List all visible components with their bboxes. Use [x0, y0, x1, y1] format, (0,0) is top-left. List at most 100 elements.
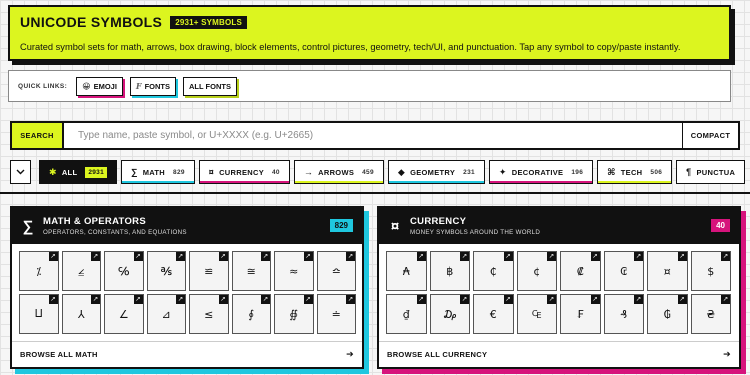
collapse-button[interactable] — [10, 160, 31, 184]
symbol-tile[interactable]: ₣ ↗ — [560, 294, 601, 334]
symbol-glyph: ¢ — [533, 264, 541, 278]
browse-all-math-link[interactable]: BROWSE ALL MATH ➔ — [12, 341, 362, 367]
open-arrow-icon[interactable]: ↗ — [303, 295, 313, 304]
open-arrow-icon[interactable]: ↗ — [590, 252, 600, 261]
symbol-tile[interactable]: ₠ ↗ — [516, 294, 557, 334]
symbol-tile[interactable]: ≌ ↗ — [189, 251, 229, 291]
tab-math[interactable]: ∑ MATH 829 — [121, 160, 195, 184]
symbol-glyph: ฿ — [446, 264, 454, 278]
symbol-count-badge: 2931+ SYMBOLS — [170, 15, 248, 29]
symbol-tile[interactable]: ≈ ↗ — [274, 251, 314, 291]
open-arrow-icon[interactable]: ↗ — [590, 295, 600, 304]
symbol-tile[interactable]: ⦤ ↗ — [61, 251, 101, 291]
symbol-tile[interactable]: ≐ ↗ — [316, 294, 356, 334]
open-arrow-icon[interactable]: ↗ — [48, 295, 58, 304]
open-arrow-icon[interactable]: ↗ — [346, 252, 355, 261]
symbol-tile[interactable]: ∠ ↗ — [104, 294, 144, 334]
open-arrow-icon[interactable]: ↗ — [48, 252, 58, 261]
tab-tech[interactable]: ⌘ TECH 506 — [597, 160, 673, 184]
symbol-glyph: ₰ — [620, 307, 628, 321]
open-arrow-icon[interactable]: ↗ — [460, 295, 469, 304]
tab-geometry[interactable]: ◆ GEOMETRY 231 — [387, 160, 485, 184]
symbol-tile[interactable]: ≤ ↗ — [189, 294, 229, 334]
quick-link-label: FONTS — [144, 81, 171, 91]
symbol-tile[interactable]: $ ↗ — [690, 251, 731, 291]
symbol-tile[interactable]: ⁒ ↗ — [19, 251, 59, 291]
tab-arrows[interactable]: → ARROWS 459 — [293, 160, 384, 184]
symbol-tile[interactable]: € ↗ — [473, 294, 514, 334]
open-arrow-icon[interactable]: ↗ — [416, 295, 426, 304]
symbol-glyph: ₫ — [402, 307, 410, 321]
open-arrow-icon[interactable]: ↗ — [721, 295, 730, 304]
tab-all[interactable]: ✱ ALL 2931 — [39, 160, 117, 184]
open-arrow-icon[interactable]: ↗ — [503, 252, 513, 261]
open-arrow-icon[interactable]: ↗ — [416, 252, 426, 261]
open-arrow-icon[interactable]: ↗ — [176, 252, 185, 261]
symbol-tile[interactable]: ¤ ↗ — [647, 251, 688, 291]
symbol-tile[interactable]: ₰ ↗ — [603, 294, 644, 334]
quick-link-all-fonts[interactable]: ALL FONTS — [183, 76, 237, 96]
open-arrow-icon[interactable]: ↗ — [303, 252, 313, 261]
open-arrow-icon[interactable]: ↗ — [721, 252, 730, 261]
symbol-tile[interactable]: ₲ ↗ — [647, 294, 688, 334]
open-arrow-icon[interactable]: ↗ — [346, 295, 355, 304]
symbol-glyph: ⊿ — [161, 307, 171, 321]
open-arrow-icon[interactable]: ↗ — [677, 295, 687, 304]
symbol-tile[interactable]: ¢ ↗ — [516, 251, 557, 291]
section-divider — [0, 192, 750, 194]
symbol-tile[interactable]: ∮ ↗ — [231, 294, 271, 334]
symbol-tile[interactable]: ≅ ↗ — [231, 251, 271, 291]
symbol-glyph: ¤ — [663, 264, 671, 278]
symbol-tile[interactable]: ₵ ↗ — [473, 251, 514, 291]
open-arrow-icon[interactable]: ↗ — [91, 252, 100, 261]
tab-label: TECH — [620, 167, 643, 177]
tab-label: GEOMETRY — [410, 167, 456, 177]
browse-label: BROWSE ALL CURRENCY — [387, 350, 488, 359]
open-arrow-icon[interactable]: ↗ — [133, 252, 143, 261]
symbol-glyph: ₵ — [489, 264, 497, 278]
symbol-tile[interactable]: ≏ ↗ — [316, 251, 356, 291]
tab-decorative[interactable]: ✦ DECORATIVE 196 — [488, 160, 594, 184]
symbol-glyph: ₠ — [531, 307, 542, 321]
compact-toggle-button[interactable]: COMPACT — [682, 123, 738, 148]
symbol-tile[interactable]: ฿ ↗ — [429, 251, 470, 291]
symbol-tile[interactable]: ℅ ↗ — [104, 251, 144, 291]
open-arrow-icon[interactable]: ↗ — [547, 252, 556, 261]
open-arrow-icon[interactable]: ↗ — [261, 252, 270, 261]
search-input[interactable] — [64, 123, 682, 148]
quick-links-label: QUICK LINKS: — [18, 82, 68, 90]
symbol-tile[interactable]: ⨿ ↗ — [19, 294, 59, 334]
symbol-tile[interactable]: ₡ ↗ — [560, 251, 601, 291]
tab-label: MATH — [142, 167, 166, 177]
symbol-tile[interactable]: ℁ ↗ — [146, 251, 186, 291]
open-arrow-icon[interactable]: ↗ — [634, 252, 643, 261]
open-arrow-icon[interactable]: ↗ — [218, 252, 228, 261]
pilcrow-icon: ¶ — [686, 167, 692, 177]
symbol-tile[interactable]: ₯ ↗ — [429, 294, 470, 334]
open-arrow-icon[interactable]: ↗ — [547, 295, 556, 304]
symbol-tile[interactable]: ₫ ↗ — [386, 294, 427, 334]
symbol-tile[interactable]: ₴ ↗ — [690, 294, 731, 334]
quick-link-emoji[interactable]: 😀 EMOJI — [76, 76, 123, 96]
open-arrow-icon[interactable]: ↗ — [460, 252, 469, 261]
open-arrow-icon[interactable]: ↗ — [218, 295, 228, 304]
open-arrow-icon[interactable]: ↗ — [634, 295, 643, 304]
open-arrow-icon[interactable]: ↗ — [133, 295, 143, 304]
open-arrow-icon[interactable]: ↗ — [176, 295, 185, 304]
open-arrow-icon[interactable]: ↗ — [677, 252, 687, 261]
symbol-tile[interactable]: ∯ ↗ — [274, 294, 314, 334]
symbol-tile[interactable]: ₢ ↗ — [603, 251, 644, 291]
open-arrow-icon[interactable]: ↗ — [261, 295, 270, 304]
symbol-glyph: ₡ — [576, 264, 584, 278]
symbol-glyph: ∯ — [289, 307, 299, 321]
symbol-tile[interactable]: ₳ ↗ — [386, 251, 427, 291]
open-arrow-icon[interactable]: ↗ — [91, 295, 100, 304]
symbol-tile[interactable]: ⊿ ↗ — [146, 294, 186, 334]
tab-punctuation[interactable]: ¶ PUNCTUA — [676, 160, 746, 184]
math-category-card: ∑ MATH & OPERATORS OPERATORS, CONSTANTS,… — [10, 206, 364, 369]
symbol-tile[interactable]: ⅄ ↗ — [61, 294, 101, 334]
quick-link-fonts[interactable]: F FONTS — [129, 76, 177, 96]
open-arrow-icon[interactable]: ↗ — [503, 295, 513, 304]
tab-currency[interactable]: ¤ CURRENCY 40 — [198, 160, 290, 184]
browse-all-currency-link[interactable]: BROWSE ALL CURRENCY ➔ — [379, 341, 739, 367]
